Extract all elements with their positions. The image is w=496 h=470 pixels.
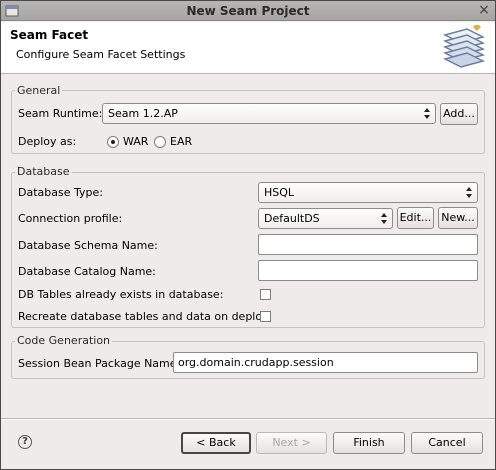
code-generation-legend: Code Generation <box>15 334 113 347</box>
database-legend: Database <box>15 165 72 178</box>
general-legend: General <box>15 84 63 97</box>
new-profile-button[interactable]: New... <box>438 207 478 229</box>
help-icon[interactable]: ? <box>18 435 32 449</box>
select-arrows-icon <box>423 106 431 121</box>
package-name-input[interactable]: org.domain.crudapp.session <box>173 352 478 373</box>
footer-separator <box>1 418 495 420</box>
schema-name-input[interactable] <box>258 234 478 255</box>
add-runtime-button[interactable]: Add... <box>440 103 478 125</box>
finish-button[interactable]: Finish <box>333 432 405 454</box>
wizard-banner: Seam Facet Configure Seam Facet Settings <box>1 22 495 74</box>
seam-runtime-select[interactable]: Seam 1.2.AP <box>102 103 436 124</box>
seam-runtime-value: Seam 1.2.AP <box>108 107 178 120</box>
tables-exist-checkbox[interactable] <box>260 289 271 300</box>
window-title: New Seam Project <box>186 4 310 18</box>
deploy-ear-radio[interactable] <box>154 136 166 148</box>
page-subtitle: Configure Seam Facet Settings <box>16 48 186 61</box>
connection-profile-select[interactable]: DefaultDS <box>258 208 393 229</box>
catalog-name-input[interactable] <box>258 260 478 281</box>
recreate-tables-checkbox[interactable] <box>260 311 271 322</box>
new-seam-project-dialog: New Seam Project × Seam Facet Configure … <box>0 0 496 470</box>
database-type-select[interactable]: HSQL <box>258 182 478 203</box>
title-bar[interactable]: New Seam Project × <box>1 1 495 21</box>
close-icon[interactable]: × <box>477 3 491 18</box>
deploy-ear-label[interactable]: EAR <box>170 135 192 148</box>
schema-name-label: Database Schema Name: <box>18 239 158 252</box>
cancel-button[interactable]: Cancel <box>411 432 483 454</box>
recreate-tables-label: Recreate database tables and data on dep… <box>18 310 272 323</box>
select-arrows-icon <box>380 211 388 226</box>
back-button[interactable]: < Back <box>181 432 251 454</box>
edit-profile-button[interactable]: Edit... <box>397 207 434 229</box>
package-name-label: Session Bean Package Name: <box>18 357 181 370</box>
catalog-name-label: Database Catalog Name: <box>18 265 156 278</box>
next-button[interactable]: Next > <box>256 432 327 454</box>
database-type-label: Database Type: <box>18 186 103 199</box>
seam-runtime-label: Seam Runtime: <box>18 107 103 120</box>
database-type-value: HSQL <box>264 186 295 199</box>
deploy-war-label[interactable]: WAR <box>123 135 148 148</box>
deploy-war-radio[interactable] <box>107 136 119 148</box>
tables-exist-label: DB Tables already exists in database: <box>18 288 224 301</box>
connection-profile-value: DefaultDS <box>264 212 320 225</box>
connection-profile-label: Connection profile: <box>18 212 123 225</box>
seam-wizard-icon <box>437 23 489 71</box>
page-title: Seam Facet <box>10 28 89 42</box>
select-arrows-icon <box>465 185 473 200</box>
deploy-as-label: Deploy as: <box>18 135 77 148</box>
